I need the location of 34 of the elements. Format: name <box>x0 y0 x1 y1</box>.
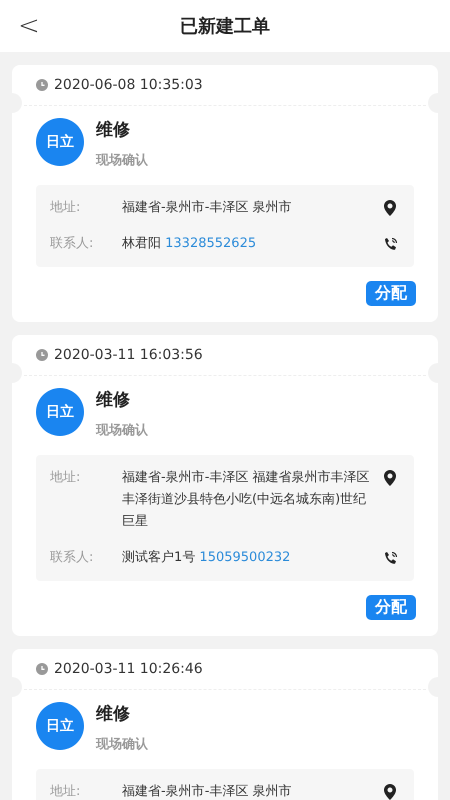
order-time: 2020-03-11 10:26:46 <box>54 661 203 677</box>
order-status: 现场确认 <box>96 422 148 439</box>
address-text: 福建省-泉州市-丰泽区 泉州市 <box>122 783 293 800</box>
order-status: 现场确认 <box>96 152 148 169</box>
clock-icon <box>36 349 48 361</box>
phone-call-icon[interactable] <box>384 237 398 252</box>
clock-icon <box>36 79 48 91</box>
assign-button[interactable]: 分配 <box>366 281 416 306</box>
contact-label: 联系人: <box>50 549 94 567</box>
contact-text: 林君阳 13328552625 <box>122 235 258 253</box>
phone-call-icon[interactable] <box>384 551 398 566</box>
location-pin-icon[interactable] <box>384 470 396 486</box>
contact-text: 测试客户1号 15059500232 <box>122 549 292 567</box>
brand-avatar: 日立 <box>36 388 84 436</box>
address-label: 地址: <box>50 783 82 800</box>
assign-button[interactable]: 分配 <box>366 595 416 620</box>
location-pin-icon[interactable] <box>384 784 396 800</box>
order-type: 维修 <box>96 119 131 141</box>
order-time: 2020-06-08 10:35:03 <box>54 77 203 93</box>
order-type: 维修 <box>96 389 131 411</box>
order-type: 维修 <box>96 703 131 725</box>
address-text: 福建省-泉州市-丰泽区 泉州市 <box>122 199 293 217</box>
contact-label: 联系人: <box>50 235 94 253</box>
page-title: 已新建工单 <box>180 15 270 38</box>
address-label: 地址: <box>50 469 82 487</box>
order-status: 现场确认 <box>96 736 148 753</box>
brand-avatar: 日立 <box>36 702 84 750</box>
address-label: 地址: <box>50 199 82 217</box>
clock-icon <box>36 663 48 675</box>
location-pin-icon[interactable] <box>384 200 396 216</box>
order-time: 2020-03-11 16:03:56 <box>54 347 203 363</box>
back-button[interactable]: < <box>12 10 46 42</box>
brand-avatar: 日立 <box>36 118 84 166</box>
address-text: 福建省-泉州市-丰泽区 福建省泉州市丰泽区丰泽街道沙县特色小吃(中远名城东南)世纪巨星 <box>122 469 371 531</box>
